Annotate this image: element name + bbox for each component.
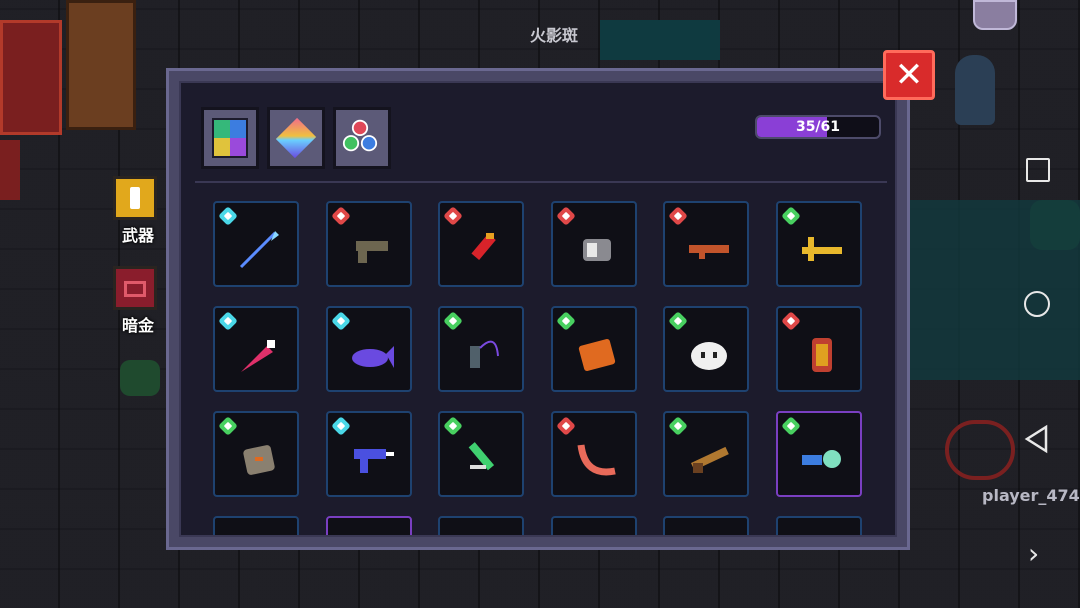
- pistol-icon: [355, 241, 388, 263]
- recent-apps-icon[interactable]: [1026, 158, 1050, 182]
- item-slot-whip[interactable]: [438, 306, 524, 392]
- red-rarity-gem-icon: [443, 206, 463, 226]
- chevron-right-icon[interactable]: ›: [1028, 540, 1039, 568]
- filter-all-button[interactable]: [201, 107, 259, 169]
- rifle-icon: [689, 245, 729, 259]
- shotgun-icon: [690, 446, 729, 473]
- red-rarity-gem-icon: [330, 206, 351, 226]
- item-slot-boomerang[interactable]: [550, 411, 637, 497]
- green-rarity-gem-icon: [555, 311, 576, 331]
- item-slot-rifle[interactable]: [663, 201, 749, 287]
- blue-rarity-gem-icon: [218, 206, 238, 226]
- green-rarity-gem-icon: [218, 416, 238, 436]
- red-rarity-gem-icon: [555, 206, 576, 226]
- item-slot-uzi[interactable]: [325, 411, 412, 497]
- filter-color-icon: [342, 119, 378, 152]
- green-sword-icon: [468, 442, 495, 471]
- blue-rarity-gem-icon: [330, 311, 351, 331]
- whip-icon: [470, 340, 499, 368]
- filter-color-button[interactable]: [333, 107, 391, 169]
- green-rarity-gem-icon: [780, 206, 801, 226]
- red-dagger-icon: [471, 233, 496, 260]
- other-player-label: player_474: [982, 486, 1080, 505]
- item-slot-stone-golem[interactable]: [213, 411, 299, 497]
- item-slot-glove[interactable]: [550, 201, 637, 287]
- player-name-label: 火影斑: [530, 26, 579, 45]
- filter-rarity-button[interactable]: [267, 107, 325, 169]
- white-blob-icon: [691, 342, 727, 370]
- water-tile: [600, 20, 720, 60]
- pink-drill-icon: [241, 340, 275, 372]
- item-slot-partial[interactable]: [775, 516, 862, 535]
- item-slot-green-sword[interactable]: [438, 411, 524, 497]
- npc-character[interactable]: [955, 55, 995, 125]
- item-slot-partial[interactable]: [663, 516, 749, 535]
- item-slot-purple-fish[interactable]: [325, 306, 412, 392]
- lantern-icon: [811, 338, 832, 372]
- water-tile: [905, 200, 1080, 380]
- collection-progress-bar: 35/61: [755, 115, 881, 139]
- collection-panel-inner: 35/61: [179, 81, 897, 537]
- item-slot-partial[interactable]: [438, 516, 524, 535]
- uzi-icon: [353, 449, 394, 473]
- bush: [120, 360, 160, 396]
- item-slot-pistol[interactable]: [325, 201, 412, 287]
- red-rug: [0, 140, 20, 200]
- tab-dark-gold[interactable]: 暗金: [105, 262, 171, 335]
- filter-all-icon: [212, 118, 248, 158]
- red-rarity-gem-icon: [780, 311, 801, 331]
- wooden-crate: [66, 0, 136, 130]
- item-slot-bubble-gun[interactable]: [775, 411, 862, 497]
- item-slot-white-blob[interactable]: [663, 306, 749, 392]
- item-slot-red-dagger[interactable]: [438, 201, 524, 287]
- bubble-gun-icon: [801, 450, 841, 468]
- orange-brick-icon: [578, 338, 615, 372]
- red-rarity-gem-icon: [555, 416, 576, 436]
- green-rarity-gem-icon: [668, 311, 688, 331]
- blue-rarity-gem-icon: [218, 311, 238, 331]
- tab-dark-gold-label: 暗金: [121, 316, 154, 335]
- green-rarity-gem-icon: [668, 416, 688, 436]
- home-icon[interactable]: [1024, 291, 1050, 317]
- item-slot-lantern[interactable]: [775, 306, 862, 392]
- close-button[interactable]: ✕: [883, 50, 935, 100]
- green-rarity-gem-icon: [443, 416, 463, 436]
- boomerang-icon: [577, 444, 616, 476]
- item-slot-partial[interactable]: [325, 516, 412, 535]
- item-slot-orange-brick[interactable]: [550, 306, 637, 392]
- blue-rarity-gem-icon: [330, 416, 351, 436]
- red-rarity-gem-icon: [668, 206, 688, 226]
- spear-icon: [239, 231, 279, 269]
- item-slot-golden-key[interactable]: [775, 201, 862, 287]
- dark-gold-tab-icon: [113, 266, 157, 310]
- item-slot-partial[interactable]: [213, 516, 299, 535]
- purple-fish-icon: [351, 346, 394, 368]
- red-spiral-statue: [945, 420, 1015, 480]
- item-slot-spear[interactable]: [213, 201, 299, 287]
- item-slot-pink-drill[interactable]: [213, 306, 299, 392]
- divider: [195, 181, 887, 183]
- tab-weapons[interactable]: 武器: [105, 172, 171, 245]
- close-icon: ✕: [894, 55, 924, 95]
- tab-weapons-label: 武器: [121, 226, 154, 245]
- golden-key-icon: [801, 237, 842, 261]
- collection-panel: 35/61: [166, 68, 910, 550]
- progress-text: 35/61: [795, 119, 841, 135]
- green-rarity-gem-icon: [780, 416, 801, 436]
- crystal-pedestal[interactable]: [973, 0, 1017, 30]
- back-icon[interactable]: [1022, 424, 1052, 458]
- item-slot-shotgun[interactable]: [663, 411, 749, 497]
- red-carpet: [0, 20, 62, 135]
- green-rarity-gem-icon: [443, 311, 463, 331]
- stone-golem-icon: [243, 445, 275, 475]
- weapon-tab-icon: [113, 176, 157, 220]
- glove-icon: [582, 239, 611, 261]
- item-slot-partial[interactable]: [550, 516, 637, 535]
- filter-rarity-icon: [275, 117, 317, 159]
